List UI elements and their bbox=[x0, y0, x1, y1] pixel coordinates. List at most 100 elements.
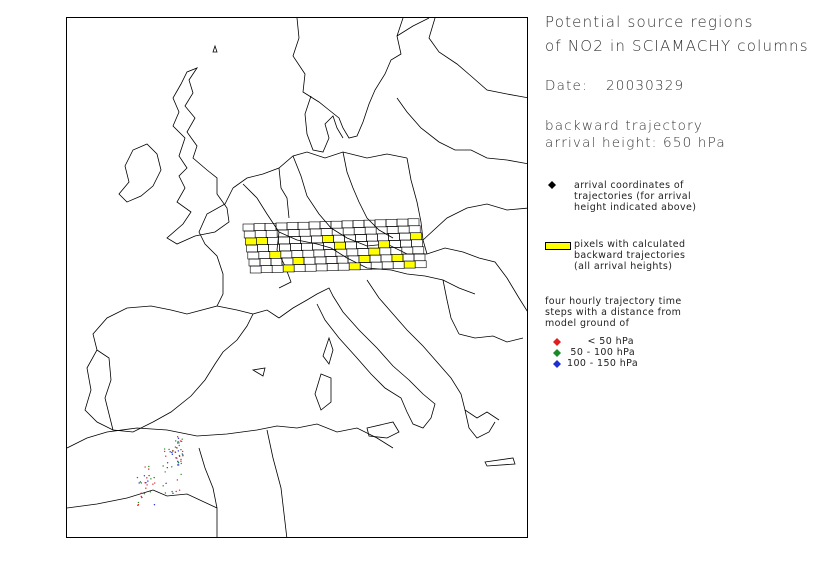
trajectory-dot bbox=[136, 476, 139, 479]
pixel-cell bbox=[375, 226, 388, 235]
pixel-cell bbox=[297, 221, 310, 230]
pixel-cell bbox=[270, 258, 283, 266]
trajectory-dot bbox=[176, 436, 179, 438]
trajectory-dot bbox=[145, 487, 147, 489]
pixel-cell bbox=[259, 258, 272, 266]
pixel-cell bbox=[410, 232, 422, 241]
pixel-cell bbox=[256, 237, 268, 245]
pixel-cell bbox=[324, 249, 337, 257]
coastlines-and-borders bbox=[67, 18, 527, 537]
date-value: 20030329 bbox=[606, 78, 685, 94]
pixel-cell bbox=[246, 244, 258, 253]
pixel-cell bbox=[341, 220, 354, 229]
trajectory-dot bbox=[150, 478, 152, 480]
pixel-cell bbox=[290, 243, 302, 251]
pixel-cell bbox=[280, 250, 293, 259]
trajectory-dot bbox=[178, 444, 180, 447]
trajectory-dot bbox=[154, 482, 156, 484]
pixel-cell bbox=[260, 265, 273, 273]
trajectory-dot bbox=[163, 450, 166, 453]
pixel-cell bbox=[399, 232, 411, 241]
trajectory-dot bbox=[165, 482, 167, 485]
trajectory-dot bbox=[178, 454, 181, 457]
trajectory-dot bbox=[171, 466, 173, 468]
trajectory-dot bbox=[180, 440, 183, 443]
trajectory-dot bbox=[164, 492, 167, 494]
pixel-cell bbox=[320, 228, 333, 236]
pixel-cell bbox=[253, 223, 266, 231]
pixel-cell bbox=[333, 234, 345, 243]
pixel-cell bbox=[386, 226, 399, 234]
trajectory-dot bbox=[177, 464, 180, 466]
trajectory-dot bbox=[163, 448, 166, 450]
pixel-cell bbox=[271, 265, 284, 273]
trajectory-dot bbox=[148, 474, 150, 477]
pixel-cell bbox=[388, 233, 400, 241]
pixel-cell bbox=[330, 220, 343, 229]
pixel-cell bbox=[325, 256, 338, 264]
pixel-cell bbox=[364, 226, 377, 235]
trajectory-dot bbox=[172, 450, 174, 452]
range-2-label: 50 - 100 hPa bbox=[567, 347, 636, 358]
trajectory-dot bbox=[176, 447, 178, 449]
trajectory-dot bbox=[182, 455, 184, 457]
trajectory-dot bbox=[174, 446, 177, 448]
trajectory-dot bbox=[143, 475, 146, 477]
trajectory-dot bbox=[176, 479, 179, 481]
trajectory-dot bbox=[174, 440, 177, 442]
pixel-cell bbox=[293, 264, 306, 272]
trajectory-dot bbox=[169, 451, 171, 453]
pixel-cell bbox=[265, 230, 278, 238]
pixel-cell bbox=[302, 249, 315, 258]
arrival-marker-icon bbox=[548, 181, 556, 189]
trajectory-dot bbox=[140, 482, 143, 484]
pixel-cell bbox=[304, 263, 317, 272]
trajectory-dots bbox=[136, 436, 184, 506]
trajectory-dot bbox=[181, 450, 184, 453]
pixel-cell bbox=[391, 254, 404, 262]
pixel-cell bbox=[311, 235, 323, 244]
pixel-cell bbox=[278, 236, 290, 245]
trajectory-dot bbox=[144, 466, 146, 468]
trajectory-dot bbox=[138, 482, 140, 484]
pixel-cell bbox=[249, 265, 262, 274]
range-1-label: < 50 hPa bbox=[567, 336, 634, 347]
title-line-2: of NO2 in SCIAMACHY columns bbox=[545, 37, 809, 55]
range-2-marker-icon bbox=[553, 349, 561, 357]
trajectory-line-1: backward trajectory bbox=[545, 118, 704, 134]
pixel-cell bbox=[400, 239, 412, 248]
trajectory-dot bbox=[152, 483, 154, 485]
pixel-grid bbox=[242, 218, 427, 274]
pixel-cell bbox=[269, 251, 282, 259]
pixel-cell bbox=[414, 260, 427, 269]
trajectory-dot bbox=[141, 496, 143, 499]
trajectory-dot bbox=[180, 460, 182, 462]
trajectory-dot bbox=[153, 504, 156, 506]
trajectory-dot bbox=[148, 468, 150, 470]
pixel-cell bbox=[245, 237, 257, 246]
pixel-cell bbox=[411, 239, 423, 248]
pixel-cell bbox=[267, 237, 279, 245]
pixel-cell bbox=[407, 218, 420, 227]
pixel-cell bbox=[392, 261, 405, 269]
trajectory-dot bbox=[177, 450, 180, 452]
pixel-cell bbox=[254, 230, 267, 238]
pixel-cell bbox=[342, 227, 355, 236]
trajectory-dot bbox=[177, 462, 180, 464]
pixel-cell bbox=[258, 251, 271, 259]
title-line-1: Potential source regions bbox=[545, 13, 754, 31]
pixel-cell bbox=[355, 234, 367, 242]
pixel-cell bbox=[334, 241, 346, 250]
pixel-cell bbox=[242, 223, 255, 232]
europe-outline-map bbox=[67, 18, 527, 537]
pixel-cell bbox=[257, 244, 269, 252]
pixel-cell bbox=[381, 261, 394, 270]
trajectory-dot bbox=[178, 489, 181, 491]
pixel-cell bbox=[363, 219, 376, 228]
trajectory-dot bbox=[181, 438, 183, 440]
pixel-cell bbox=[352, 220, 365, 228]
pixel-cell bbox=[303, 256, 316, 265]
pixel-cell bbox=[385, 219, 398, 227]
pixel-cell bbox=[337, 262, 350, 271]
trajectory-dot bbox=[140, 492, 142, 494]
